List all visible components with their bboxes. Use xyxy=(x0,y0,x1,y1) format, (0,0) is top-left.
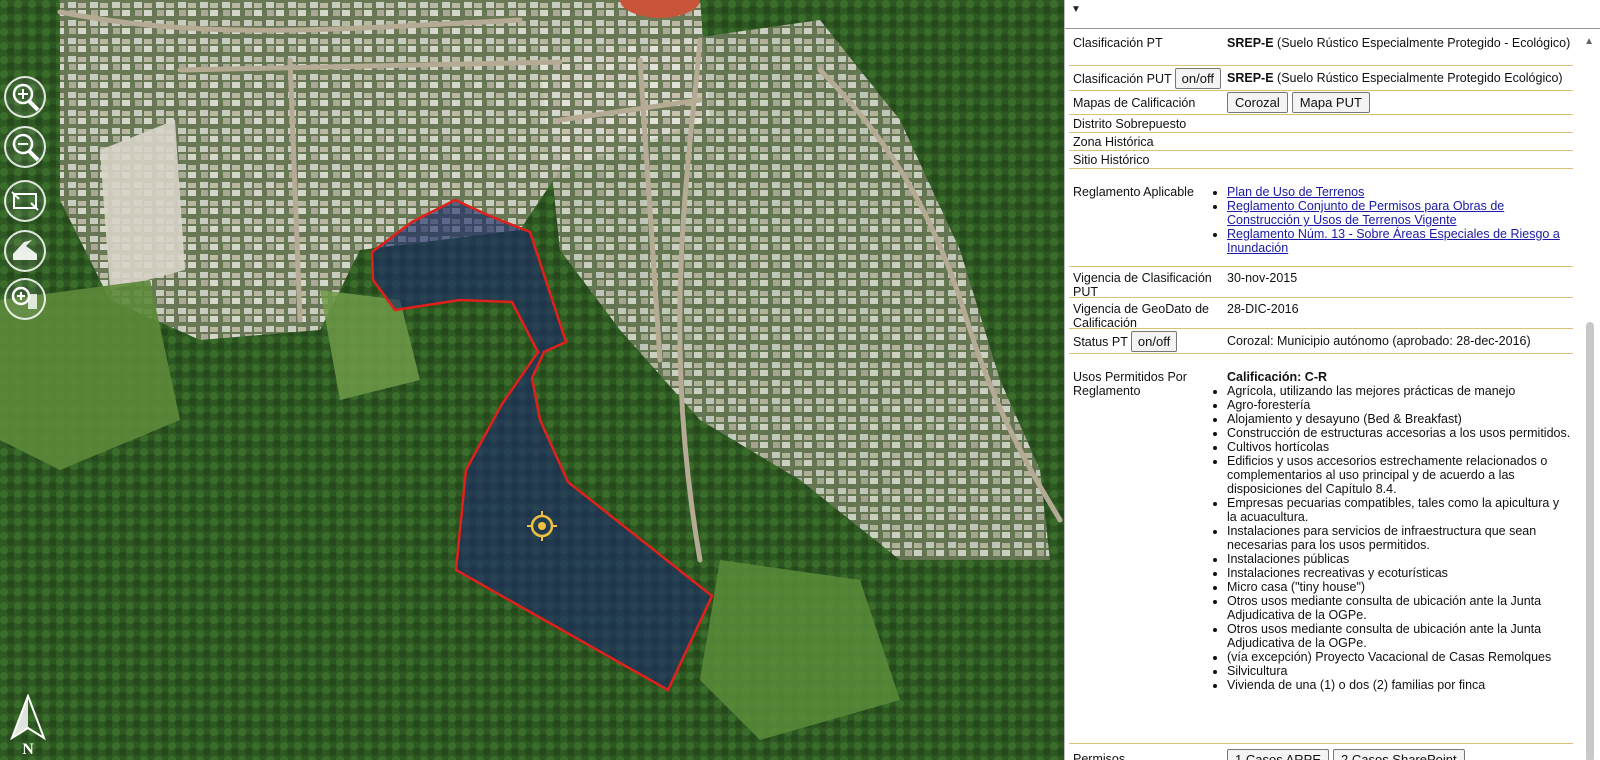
scroll-thumb[interactable] xyxy=(1586,322,1594,760)
label-zona: Zona Histórica xyxy=(1073,135,1154,149)
zoom-out-icon xyxy=(12,133,40,162)
clasificacion-put-code: SREP-E xyxy=(1227,71,1274,85)
clasificacion-put-desc: (Suelo Rústico Especialmente Protegido E… xyxy=(1277,71,1563,85)
row-clasificacion-pt: Clasificación PT SREP-E (Suelo Rústico E… xyxy=(1069,30,1573,66)
row-reglamento: Reglamento Aplicable Plan de Uso de Terr… xyxy=(1069,169,1573,267)
north-arrow-icon: N xyxy=(10,694,46,756)
put-toggle-button[interactable]: on/off xyxy=(1174,67,1221,89)
permitted-use-item: Instalaciones públicas xyxy=(1227,552,1571,566)
usos-list: Agrícola, utilizando las mejores práctic… xyxy=(1185,384,1571,692)
plan-uso-terrenos-link[interactable]: Plan de Uso de Terrenos xyxy=(1227,185,1364,199)
vigencia-geo-value: 28-DIC-2016 xyxy=(1227,302,1299,316)
label-clasificacion-put: Clasificación PUT xyxy=(1073,71,1172,86)
permitted-use-item: Construcción de estructuras accesorias a… xyxy=(1227,426,1571,440)
property-info-panel: ▼ Clasificación PT SREP-E (Suelo Rústico… xyxy=(1064,0,1600,760)
link-item: Plan de Uso de Terrenos xyxy=(1227,185,1571,199)
zoom-in-icon xyxy=(12,83,40,112)
zoom-in-button[interactable] xyxy=(4,76,46,118)
casos-sharepoint-button[interactable]: 2 Casos SharePoint xyxy=(1333,748,1465,760)
zoom-to-layer-button[interactable] xyxy=(4,278,46,320)
row-usos: Usos Permitidos Por Reglamento Calificac… xyxy=(1069,354,1573,744)
label-vigencia-put: Vigencia de Clasificación PUT xyxy=(1073,271,1212,299)
permitted-use-item: Vivienda de una (1) o dos (2) familias p… xyxy=(1227,678,1571,692)
casos-arpe-button[interactable]: 1 Casos ARPE xyxy=(1227,748,1329,760)
scroll-up-icon[interactable]: ▲ xyxy=(1584,36,1594,47)
permitted-use-item: Alojamiento y desayuno (Bed & Breakfast) xyxy=(1227,412,1571,426)
permitted-use-item: Instalaciones para servicios de infraest… xyxy=(1227,524,1571,552)
row-distrito: Distrito Sobrepuesto xyxy=(1069,115,1573,133)
clasificacion-pt-code: SREP-E xyxy=(1227,36,1274,50)
label-mapas: Mapas de Calificación xyxy=(1073,95,1196,110)
cemetery xyxy=(100,120,185,290)
satellite-map[interactable]: N xyxy=(0,0,1064,760)
row-mapas: Mapas de Calificación Corozal Mapa PUT xyxy=(1069,91,1573,115)
full-extent-button[interactable] xyxy=(4,180,46,222)
row-vigencia-geo: Vigencia de GeoDato de Calificación 28-D… xyxy=(1069,298,1573,330)
corozal-map-button[interactable]: Corozal xyxy=(1227,92,1288,113)
measure-button[interactable] xyxy=(4,230,46,272)
permitted-use-item: Micro casa ("tiny house") xyxy=(1227,580,1571,594)
vigencia-put-value: 30-nov-2015 xyxy=(1227,271,1298,285)
row-zona: Zona Histórica xyxy=(1069,133,1573,151)
link-item: Reglamento Conjunto de Permisos para Obr… xyxy=(1227,199,1571,227)
label-vigencia-geo: Vigencia de GeoDato de Calificación xyxy=(1073,302,1209,330)
permitted-use-item: (vía excepción) Proyecto Vacacional de C… xyxy=(1227,650,1571,664)
collapse-caret-icon[interactable]: ▼ xyxy=(1071,4,1081,15)
clasificacion-pt-desc: (Suelo Rústico Especialmente Protegido -… xyxy=(1277,36,1571,50)
label-sitio: Sitio Histórico xyxy=(1073,153,1150,167)
permitted-use-item: Agrícola, utilizando las mejores práctic… xyxy=(1227,384,1571,398)
measure-icon xyxy=(13,240,37,260)
reglamento-links: Plan de Uso de Terrenos Reglamento Conju… xyxy=(1185,185,1571,255)
status-toggle-button[interactable]: on/off xyxy=(1130,330,1178,352)
row-permisos: Permisos 1 Casos ARPE 2 Casos SharePoint xyxy=(1069,744,1573,760)
calificacion-heading: Calificación: C-R xyxy=(1227,370,1328,384)
permitted-use-item: Cultivos hortícolas xyxy=(1227,440,1571,454)
label-clasificacion-pt: Clasificación PT xyxy=(1073,36,1163,50)
reglamento-13-link[interactable]: Reglamento Núm. 13 - Sobre Áreas Especia… xyxy=(1227,227,1560,255)
link-item: Reglamento Núm. 13 - Sobre Áreas Especia… xyxy=(1227,227,1571,255)
label-status-pt: Status PT xyxy=(1073,334,1128,349)
put-map-button[interactable]: Mapa PUT xyxy=(1291,92,1370,113)
row-clasificacion-put: Clasificación PUT on/off SREP-E (Suelo Rú… xyxy=(1069,66,1573,91)
permitted-use-item: Otros usos mediante consulta de ubicació… xyxy=(1227,622,1571,650)
permitted-use-item: Instalaciones recreativas y ecoturística… xyxy=(1227,566,1571,580)
row-vigencia-put: Vigencia de Clasificación PUT 30-nov-201… xyxy=(1069,267,1573,299)
full-extent-icon xyxy=(11,191,39,211)
map-imagery xyxy=(0,0,1064,760)
label-permisos: Permisos xyxy=(1073,752,1126,760)
panel-header: ▼ xyxy=(1065,0,1600,29)
zoom-to-layer-icon xyxy=(11,286,37,309)
north-label: N xyxy=(22,741,34,756)
row-sitio: Sitio Histórico xyxy=(1069,151,1573,169)
permitted-use-item: Edificios y usos accesorios estrechament… xyxy=(1227,454,1571,496)
label-distrito: Distrito Sobrepuesto xyxy=(1073,117,1187,131)
permitted-use-item: Silvicultura xyxy=(1227,664,1571,678)
zoning-table: Clasificación PT SREP-E (Suelo Rústico E… xyxy=(1069,30,1573,760)
row-status-pt: Status PT on/off Corozal: Municipio autón… xyxy=(1069,329,1573,354)
status-pt-value: Corozal: Municipio autónomo (aprobado: 2… xyxy=(1227,334,1531,348)
permitted-use-item: Empresas pecuarias compatibles, tales co… xyxy=(1227,496,1571,524)
permitted-use-item: Otros usos mediante consulta de ubicació… xyxy=(1227,594,1571,622)
permitted-use-item: Agro-forestería xyxy=(1227,398,1571,412)
reglamento-conjunto-link[interactable]: Reglamento Conjunto de Permisos para Obr… xyxy=(1227,199,1504,227)
zoom-out-button[interactable] xyxy=(4,126,46,168)
